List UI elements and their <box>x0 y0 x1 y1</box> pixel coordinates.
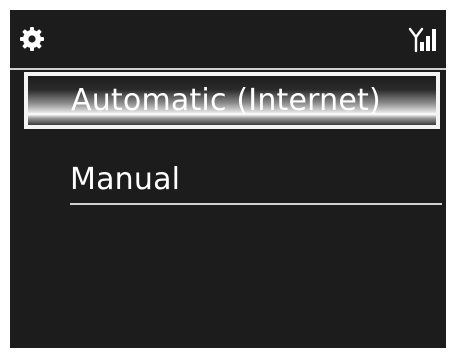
network-signal-icon <box>408 27 436 53</box>
menu-item-label: Manual <box>70 162 181 197</box>
gear-icon[interactable] <box>19 26 45 52</box>
device-screen: Automatic (Internet) Manual <box>10 10 446 348</box>
status-bar <box>10 10 446 68</box>
menu-item-automatic-internet[interactable]: Automatic (Internet) <box>24 72 440 129</box>
status-divider <box>10 68 446 70</box>
menu-item-label: Automatic (Internet) <box>71 83 381 118</box>
menu-divider <box>70 203 442 205</box>
